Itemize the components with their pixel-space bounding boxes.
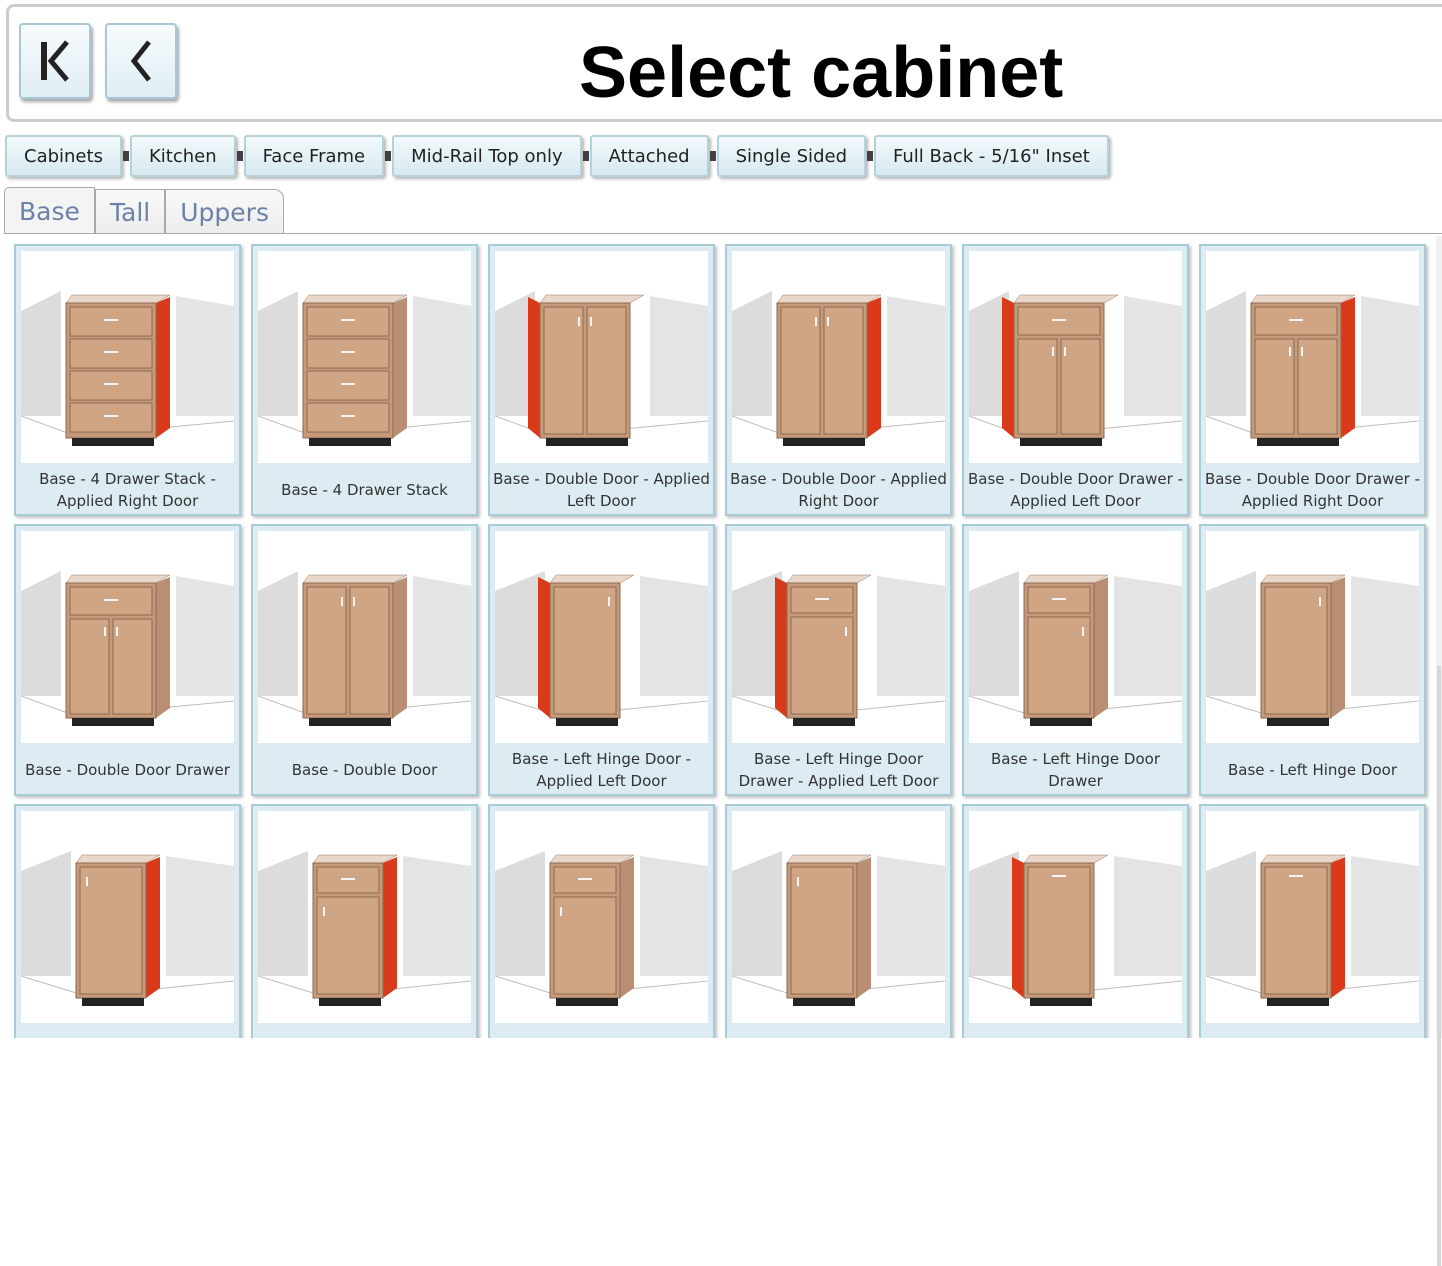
cabinet-card[interactable]: Base - Double Door - Applied Left Door — [488, 244, 715, 516]
cabinet-label: Base - Double Door Drawer - Applied Left… — [968, 469, 1183, 510]
breadcrumb-item[interactable]: Face Frame — [243, 135, 385, 177]
cabinet-thumbnail — [21, 811, 234, 1023]
cabinet-thumbnail — [969, 811, 1182, 1023]
cabinet-card[interactable]: Base - 4 Drawer Stack — [251, 244, 478, 516]
breadcrumb-separator — [236, 151, 243, 161]
cabinet-label: Base - Right Hinge Door — [253, 1023, 476, 1038]
cabinet-thumbnail — [495, 251, 708, 463]
cabinet-card[interactable]: Base - Double Door Drawer - Applied Righ… — [1199, 244, 1426, 516]
breadcrumb-separator — [582, 151, 589, 161]
cabinet-thumbnail — [732, 531, 945, 743]
cabinet-thumbnail — [1206, 251, 1419, 463]
cabinet-card[interactable]: Base - Left Hinge Door Drawer — [962, 524, 1189, 796]
cabinet-thumbnail — [258, 531, 471, 743]
cabinet-label: Base - 4 Drawer Stack - Applied Right Do… — [39, 469, 216, 510]
breadcrumb-item[interactable]: Cabinets — [5, 135, 122, 177]
header-bar: Select cabinet — [6, 4, 1442, 122]
cabinet-thumbnail — [258, 811, 471, 1023]
cabinet-label: Base - Right Hinge Door — [490, 1023, 713, 1038]
cabinet-thumbnail — [969, 531, 1182, 743]
cabinet-label: Base - Double Door - Applied Left Door — [493, 469, 710, 510]
tab-tall[interactable]: Tall — [94, 189, 166, 234]
cabinet-thumbnail — [21, 531, 234, 743]
cabinet-label — [727, 1023, 950, 1038]
cabinet-label: Base - Waste Basket — [964, 1023, 1187, 1038]
cabinet-label: Base - Left Hinge Door — [1227, 760, 1397, 779]
cabinet-label: Base - Double Door Drawer - Applied Righ… — [1205, 469, 1420, 510]
cabinet-label: Base - Left Hinge Door Drawer — [990, 749, 1160, 790]
cabinet-card[interactable]: Base - Left Hinge Door Drawer - Applied … — [725, 524, 952, 796]
cabinet-thumbnail — [495, 531, 708, 743]
cabinet-card[interactable]: Base - Right Hinge Door — [488, 804, 715, 1038]
tab-divider — [4, 233, 1442, 234]
cabinet-card[interactable]: Base - Double Door Drawer - Applied Left… — [962, 244, 1189, 516]
cabinet-label: Base - 4 Drawer Stack — [281, 480, 448, 499]
cabinet-card[interactable]: Base - Left Hinge Door - Applied Left Do… — [488, 524, 715, 796]
cabinet-thumbnail — [21, 251, 234, 463]
cabinet-label: Base - Double Door - Applied Right Door — [730, 469, 947, 510]
cabinet-label: Base - Left Hinge Door - Applied Left Do… — [511, 749, 692, 790]
back-icon — [130, 40, 151, 82]
breadcrumb-separator — [709, 151, 716, 161]
cabinet-label: Base - Waste Basket — [1201, 1023, 1424, 1038]
breadcrumb-item[interactable]: Single Sided — [716, 135, 866, 177]
cabinet-card[interactable]: Base - Double Door — [251, 524, 478, 796]
breadcrumb-item[interactable]: Kitchen — [129, 135, 236, 177]
cabinet-thumbnail — [1206, 531, 1419, 743]
cabinet-card[interactable]: Base - Double Door - Applied Right Door — [725, 244, 952, 516]
cabinet-card[interactable] — [725, 804, 952, 1038]
cabinet-card[interactable]: Base - Left Hinge Door — [1199, 524, 1426, 796]
cabinet-card[interactable]: Base - Right Hinge Door — [251, 804, 478, 1038]
cabinet-label: Base - Double Door Drawer — [25, 760, 230, 779]
breadcrumb-item[interactable]: Attached — [589, 135, 709, 177]
breadcrumb-item[interactable]: Full Back - 5/16" Inset — [874, 135, 1109, 177]
breadcrumb-separator — [385, 151, 392, 161]
cabinet-card[interactable]: Base - Waste Basket — [962, 804, 1189, 1038]
breadcrumb: Cabinets Kitchen Face Frame Mid-Rail Top on… — [5, 134, 1109, 178]
tab-uppers[interactable]: Uppers — [165, 189, 284, 234]
cabinet-thumbnail — [969, 251, 1182, 463]
cabinet-thumbnail — [495, 811, 708, 1023]
breadcrumb-item[interactable]: Mid-Rail Top only — [392, 135, 582, 177]
cabinet-card[interactable]: Base - Double Door Drawer — [14, 524, 241, 796]
scrollbar[interactable] — [1436, 236, 1442, 1266]
cabinet-card[interactable]: Base - Waste Basket — [1199, 804, 1426, 1038]
cabinet-label: Base - Right Hinge Door — [16, 1023, 239, 1038]
back-button[interactable] — [105, 23, 177, 99]
breadcrumb-separator — [867, 151, 873, 161]
cabinet-thumbnail — [732, 251, 945, 463]
cabinet-label: Base - Double Door — [291, 760, 438, 779]
cabinet-card[interactable]: Base - Right Hinge Door — [14, 804, 241, 1038]
cabinet-thumbnail — [258, 251, 471, 463]
breadcrumb-separator — [122, 151, 129, 161]
first-page-button[interactable] — [19, 23, 91, 99]
cabinet-grid: Base - 4 Drawer Stack - Applied Right Do… — [0, 236, 1442, 1038]
scrollbar-thumb[interactable] — [1437, 666, 1441, 1266]
cabinet-card[interactable]: Base - 4 Drawer Stack - Applied Right Do… — [14, 244, 241, 516]
first-icon — [41, 40, 69, 82]
tab-base[interactable]: Base — [4, 187, 95, 234]
cabinet-label: Base - Left Hinge Door Drawer - Applied … — [738, 749, 939, 790]
page-title: Select cabinet — [579, 33, 1064, 113]
cabinet-thumbnail — [732, 811, 945, 1023]
tab-bar: Base Tall Uppers — [4, 187, 284, 234]
cabinet-thumbnail — [1206, 811, 1419, 1023]
